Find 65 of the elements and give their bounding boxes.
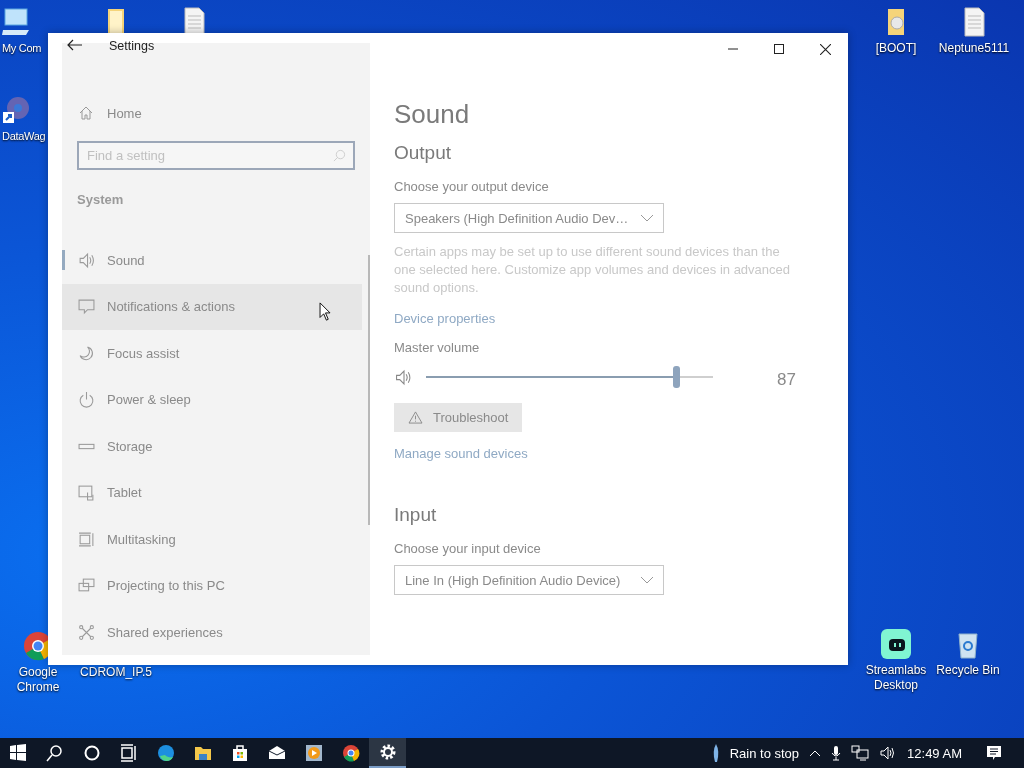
sidebar-item[interactable]: Sound	[62, 237, 362, 284]
section-heading: Output	[394, 141, 453, 165]
section-heading: Input	[394, 503, 438, 527]
window-title: Settings	[109, 39, 155, 53]
taskbar-button[interactable]	[369, 738, 406, 768]
edge-icon	[155, 743, 176, 763]
desktop-icon-label[interactable]: Recycle Bin	[936, 663, 1000, 678]
troubleshoot-button[interactable]: Troubleshoot	[394, 403, 523, 432]
input-device-dropdown[interactable]: Line In (High Definition Audio Device)	[394, 565, 664, 595]
streamlabs-icon	[880, 628, 912, 660]
warning-icon	[408, 411, 423, 424]
section-heading: System	[77, 192, 125, 207]
chevron-down-icon	[641, 576, 653, 584]
moon-icon	[78, 344, 95, 362]
gear-shortcut-icon	[0, 94, 32, 126]
field-label: Choose your output device	[394, 179, 550, 194]
media-player-icon	[303, 743, 324, 763]
search-icon	[44, 743, 65, 763]
tablet-icon	[78, 484, 95, 502]
network-icon[interactable]	[851, 745, 870, 761]
sidebar-item[interactable]: Storage	[62, 423, 362, 470]
chevron-up-icon[interactable]	[809, 749, 822, 757]
search-icon	[333, 149, 346, 162]
home-link[interactable]: Home	[107, 105, 142, 121]
desktop-icon-label[interactable]: My Com	[2, 41, 42, 56]
desktop-icon-label[interactable]: Streamlabs Desktop	[858, 663, 934, 693]
speech-bubble-icon	[78, 298, 95, 316]
desktop-icon-label[interactable]: DataWag	[2, 129, 46, 144]
speaker-icon	[78, 251, 95, 269]
sidebar-item[interactable]: Shared experiences	[62, 609, 362, 656]
desktop-icon-label[interactable]: Neptune5111	[938, 41, 1010, 56]
sidebar-item[interactable]: Multitasking	[62, 516, 362, 563]
volume-reading: 87	[777, 370, 796, 390]
sidebar-item[interactable]: Focus assist	[62, 330, 362, 377]
maximize-icon	[774, 44, 784, 54]
volume-label: Master volume	[394, 340, 481, 355]
desktop-icon-label[interactable]: CDROM_IP.5	[80, 665, 152, 680]
sidebar-item[interactable]: Tablet	[62, 469, 362, 516]
page-title: Sound	[394, 99, 471, 129]
field-label: Choose your input device	[394, 541, 542, 556]
sidebar-item[interactable]: Notifications & actions	[62, 283, 362, 330]
manage-devices-link[interactable]: Manage sound devices	[394, 446, 528, 461]
chrome-icon	[340, 743, 361, 763]
desktop-icon-label[interactable]: [BOOT]	[875, 41, 917, 56]
weather-text[interactable]: Rain to stop	[729, 745, 800, 761]
clock-text[interactable]: 12:49 AM	[907, 745, 962, 761]
multitasking-icon	[78, 530, 95, 548]
output-device-dropdown[interactable]: Speakers (High Definition Audio Dev…	[394, 203, 664, 233]
scrollbar[interactable]	[368, 255, 370, 525]
slider-thumb[interactable]	[672, 366, 680, 388]
close-icon	[819, 43, 831, 55]
home-icon	[78, 105, 94, 121]
nodes-icon	[78, 623, 95, 641]
microphone-icon[interactable]	[831, 745, 842, 761]
notification-icon[interactable]	[986, 745, 1002, 761]
windows-logo-icon	[8, 743, 28, 763]
sidebar-item[interactable]: Projecting to this PC	[62, 562, 362, 609]
task-view-icon	[118, 743, 139, 763]
computer-icon	[0, 6, 32, 38]
chevron-down-icon	[641, 214, 653, 222]
device-properties-link[interactable]: Device properties	[394, 311, 496, 326]
mouse-cursor-icon	[319, 302, 332, 322]
sidebar-item[interactable]: Power & sleep	[62, 376, 362, 423]
power-icon	[78, 391, 95, 409]
desktop-icon-label[interactable]: Google Chrome	[0, 665, 76, 695]
